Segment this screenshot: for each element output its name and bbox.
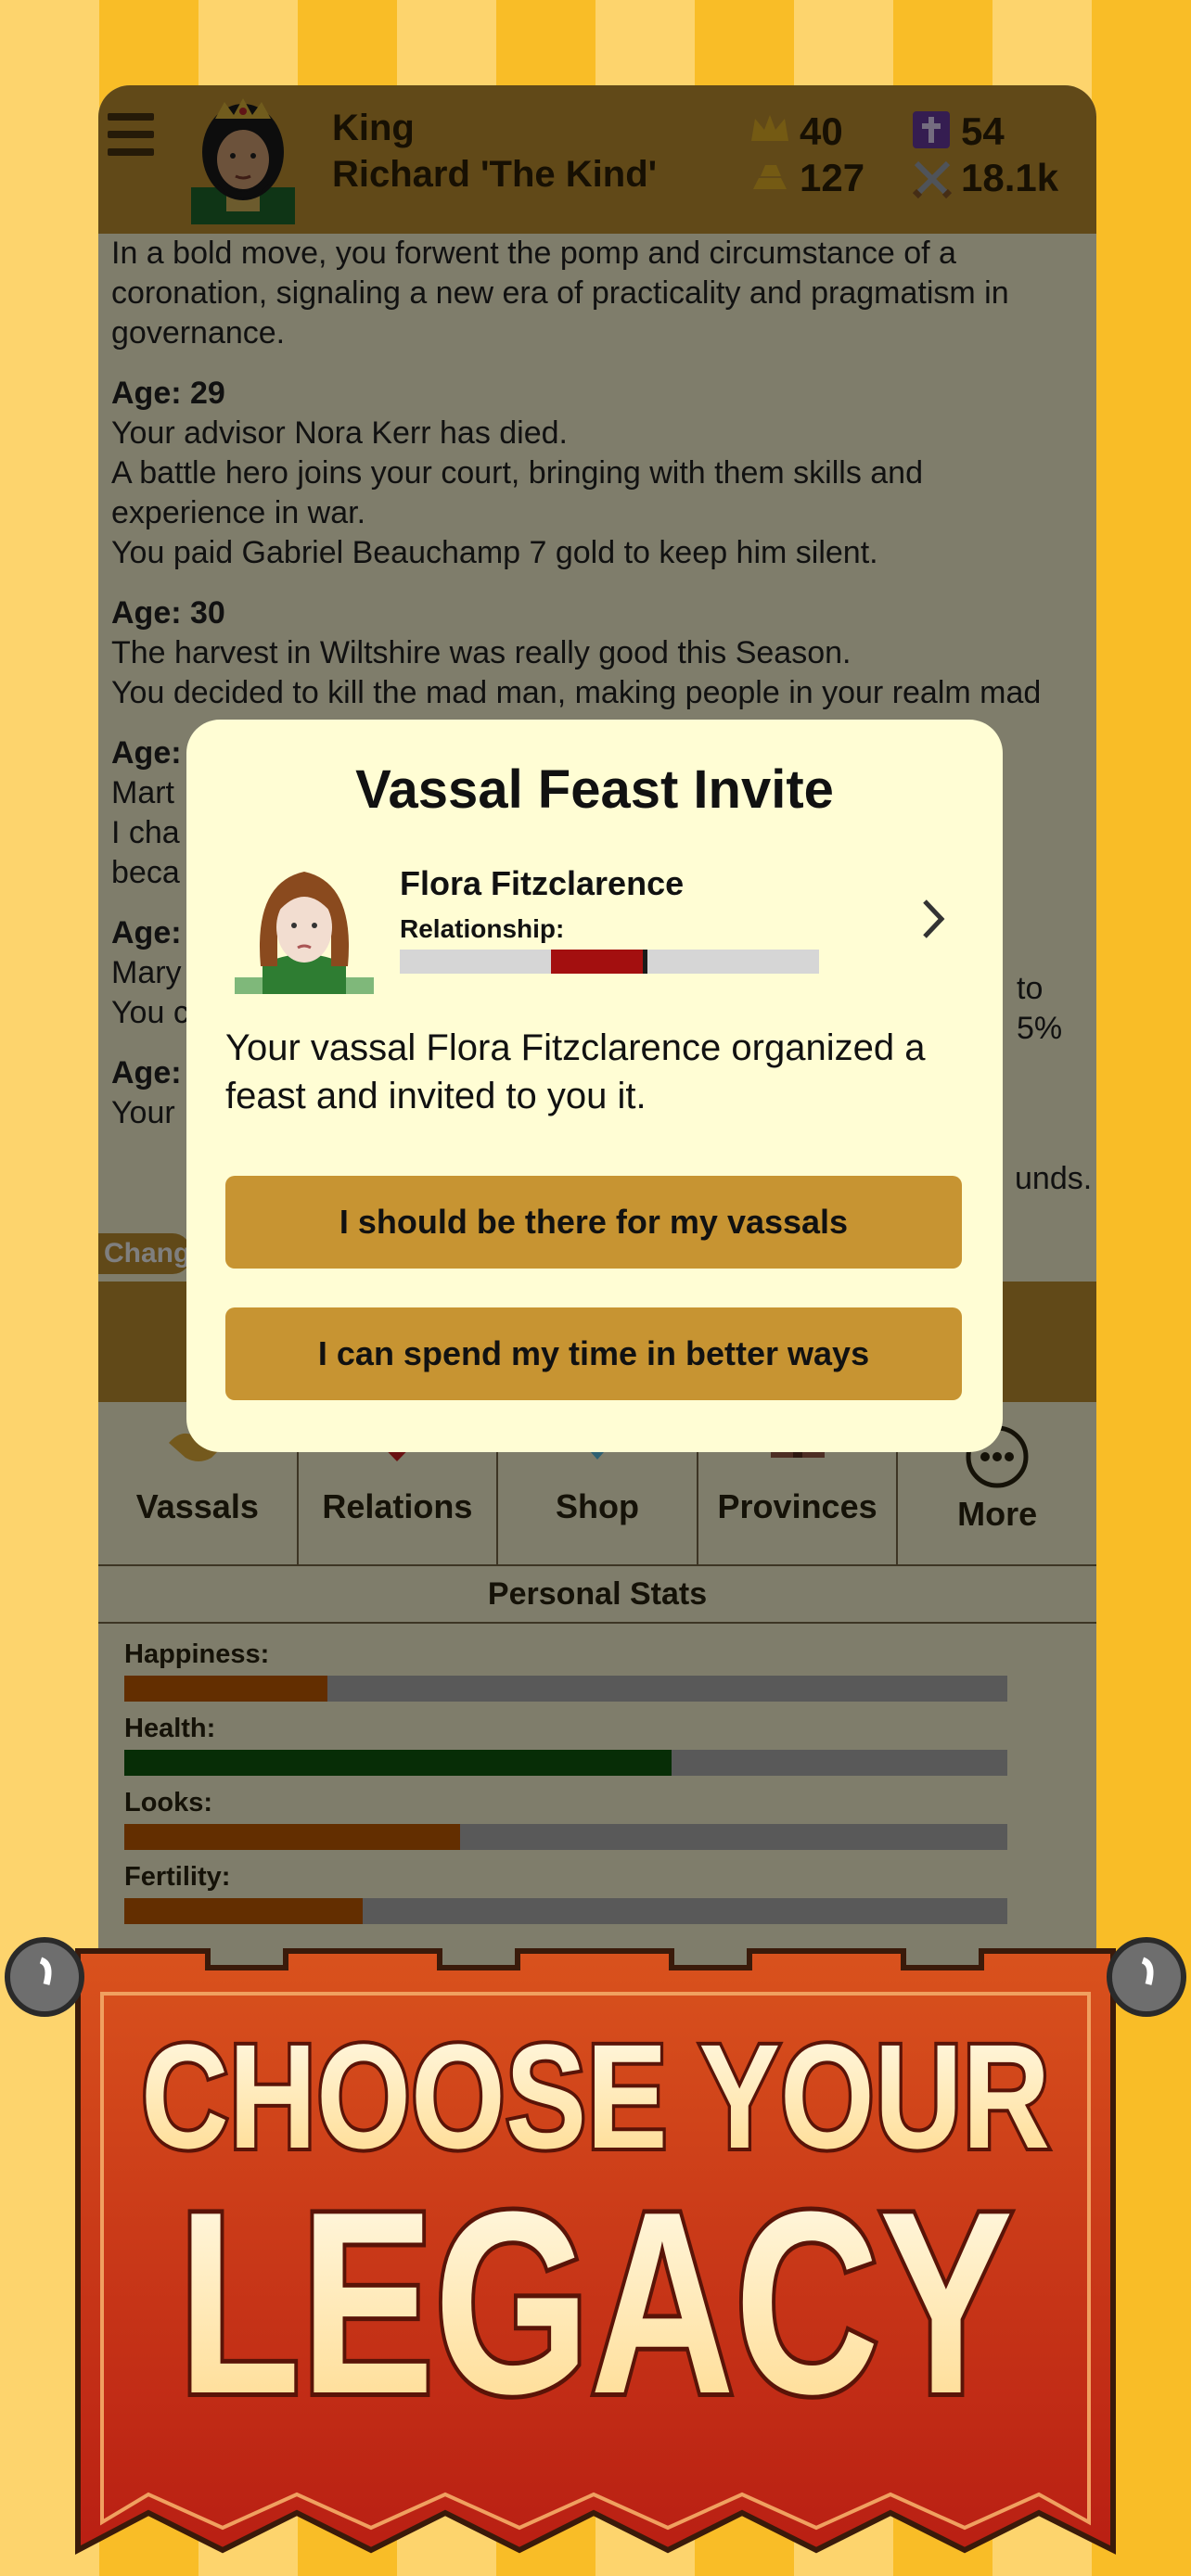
chevron-right-icon[interactable]: [919, 898, 947, 940]
feast-invite-dialog: Vassal Feast Invite Flora Fitzclarence R…: [186, 720, 1003, 1452]
relationship-fill: [550, 950, 644, 974]
relationship-label: Relationship:: [400, 914, 565, 943]
relationship-bar: [400, 950, 819, 974]
decline-invite-button[interactable]: I can spend my time in better ways: [225, 1307, 962, 1400]
banner-knob-right: [1107, 1937, 1186, 2017]
banner-line-2: LEGACY: [178, 2159, 1013, 2448]
vassal-name: Flora Fitzclarence: [400, 864, 685, 902]
accept-invite-button[interactable]: I should be there for my vassals: [225, 1176, 962, 1269]
relationship-marker: [643, 950, 648, 974]
banner-knob-left: [5, 1937, 84, 2017]
banner-line-1: CHOOSE YOUR: [141, 2013, 1050, 2179]
dialog-body: Your vassal Flora Fitzclarence organized…: [225, 1027, 926, 1116]
promo-banner: CHOOSE YOUR LEGACY: [5, 1937, 1186, 2555]
dialog-title: Vassal Feast Invite: [355, 759, 834, 820]
vassal-portrait[interactable]: [235, 855, 374, 994]
